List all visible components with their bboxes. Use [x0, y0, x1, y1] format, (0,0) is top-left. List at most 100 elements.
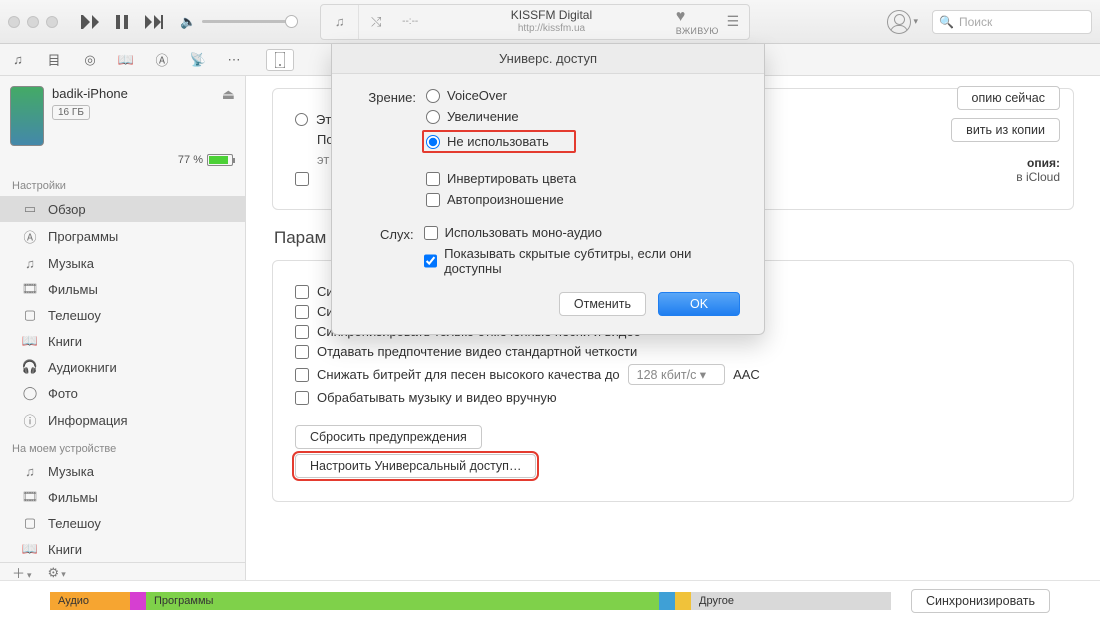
chk-si[interactable]: [295, 285, 309, 299]
sidebar-item-label: Книги: [48, 542, 82, 557]
storage-seg-other: Другое: [691, 592, 891, 610]
sidebar-item-label: Фильмы: [48, 490, 98, 505]
sidebar-item-info[interactable]: ⓘИнформация: [0, 406, 245, 435]
chk-closed-captions[interactable]: Показывать скрытые субтитры, если они до…: [424, 246, 740, 276]
sidebar-device-movies[interactable]: 🎞Фильмы: [0, 484, 245, 510]
playback-controls: [76, 11, 168, 33]
device-button[interactable]: [266, 49, 294, 71]
tab-apps-icon[interactable]: Ⓐ: [152, 50, 172, 69]
audiobook-icon: 🎧: [22, 359, 38, 375]
checkbox-label: Инвертировать цвета: [447, 171, 576, 186]
sidebar-device-music[interactable]: ♫Музыка: [0, 459, 245, 484]
station-url: http://kissfm.ua: [427, 23, 676, 35]
radio-none[interactable]: Не использовать: [422, 130, 576, 153]
cancel-button[interactable]: Отменить: [559, 292, 646, 316]
capacity-badge: 16 ГБ: [52, 105, 90, 120]
tab-radio-icon[interactable]: 📡: [188, 52, 208, 68]
storage-seg-divider: [130, 592, 146, 610]
radio-label: VoiceOver: [447, 88, 507, 103]
sidebar-item-label: Телешоу: [48, 308, 101, 323]
tab-more-icon[interactable]: ⋯: [224, 52, 244, 68]
ok-button[interactable]: OK: [658, 292, 740, 316]
next-track-button[interactable]: [140, 11, 168, 33]
chk-fragment[interactable]: [295, 172, 309, 186]
chk-auto-speak[interactable]: Автопроизношение: [426, 192, 576, 207]
chk-bitrate[interactable]: [295, 368, 309, 382]
sidebar-item-photos[interactable]: ◯ Фото: [0, 380, 245, 406]
vision-label: Зрение:: [356, 88, 426, 105]
user-icon: [887, 10, 911, 34]
bitrate-select[interactable]: 128 кбит/с ▾: [628, 364, 725, 385]
storage-seg-divider: [675, 592, 691, 610]
sidebar-item-apps[interactable]: ⒶПрограммы: [0, 222, 245, 251]
tab-music-icon[interactable]: ♫: [8, 52, 28, 67]
storage-seg-audio: Аудио: [50, 592, 130, 610]
backup-side-peek: опию сейчас вить из копии опия: в iCloud: [951, 86, 1060, 184]
prev-track-button[interactable]: [76, 11, 104, 33]
chk-sync-checked[interactable]: [295, 325, 309, 339]
shuffle-icon[interactable]: ⤭: [359, 14, 393, 30]
eject-button[interactable]: ⏏: [222, 86, 235, 103]
backup-now-button[interactable]: опию сейчас: [957, 86, 1060, 110]
restore-backup-button[interactable]: вить из копии: [951, 118, 1060, 142]
gear-button[interactable]: ⚙▾: [48, 565, 66, 581]
chk-invert-colors[interactable]: Инвертировать цвета: [426, 171, 576, 186]
sidebar-item-audiobooks[interactable]: 🎧 Аудиокниги: [0, 354, 245, 380]
configure-accessibility-button[interactable]: Настроить Универсальный доступ…: [295, 454, 536, 478]
close-window[interactable]: [8, 16, 20, 28]
reset-warnings-button[interactable]: Сбросить предупреждения: [295, 425, 482, 449]
tab-podcasts-icon[interactable]: ◎: [80, 52, 100, 68]
now-playing-lcd: ♫ ⤭ --:-- KISSFM Digital http://kissfm.u…: [320, 4, 750, 40]
hearing-label: Слух:: [356, 225, 424, 242]
sidebar-item-books[interactable]: 📖Книги: [0, 328, 245, 354]
search-input[interactable]: 🔍 Поиск: [932, 10, 1092, 34]
radio-zoom[interactable]: Увеличение: [426, 109, 576, 124]
sidebar-item-overview[interactable]: ▭ Обзор: [0, 196, 245, 222]
chk-sync-wifi[interactable]: [295, 305, 309, 319]
heart-icon[interactable]: ♥: [676, 8, 719, 26]
sidebar-item-label: Фото: [48, 386, 78, 401]
chk-manual[interactable]: [295, 391, 309, 405]
phone-icon: ▭: [22, 201, 38, 217]
codec-label: AAC: [733, 367, 760, 382]
checkbox-label: Обрабатывать музыку и видео вручную: [317, 390, 557, 405]
chk-prefer-sd[interactable]: [295, 345, 309, 359]
device-header: badik-iPhone 16 ГБ ⏏: [0, 76, 245, 154]
volume-slider[interactable]: [202, 20, 292, 23]
battery-icon: [207, 154, 233, 166]
sidebar-device-books[interactable]: 📖 Книги: [0, 536, 245, 562]
minimize-window[interactable]: [27, 16, 39, 28]
chk-mono-audio[interactable]: Использовать моно-аудио: [424, 225, 740, 240]
tab-movies-icon[interactable]: ⽬: [44, 50, 64, 69]
radio-this-computer[interactable]: [295, 113, 308, 126]
info-icon: ⓘ: [22, 411, 38, 430]
music-note-icon: ♫: [321, 5, 359, 39]
up-next-icon[interactable]: ☰: [727, 13, 740, 30]
battery-row: 77 %: [0, 154, 245, 172]
film-icon: 🎞: [22, 281, 38, 297]
device-name: badik-iPhone: [52, 86, 214, 101]
sidebar-item-music[interactable]: ♫Музыка: [0, 251, 245, 276]
sidebar-device-tvshows[interactable]: ▢Телешоу: [0, 510, 245, 536]
pause-button[interactable]: [108, 11, 136, 33]
zoom-window[interactable]: [46, 16, 58, 28]
radio-voiceover[interactable]: VoiceOver: [426, 88, 576, 103]
book-icon: 📖: [22, 333, 38, 349]
music-icon: ♫: [22, 464, 38, 479]
window-controls: [8, 16, 58, 28]
checkbox-label: Показывать скрытые субтитры, если они до…: [444, 246, 740, 276]
tv-icon: ▢: [22, 515, 38, 531]
sidebar: badik-iPhone 16 ГБ ⏏ 77 % Настройки ▭Обз…: [0, 76, 246, 580]
sync-button[interactable]: Синхронизировать: [911, 589, 1050, 613]
sidebar-item-label: Обзор: [48, 202, 86, 217]
chevron-down-icon: ▾: [913, 16, 918, 27]
tab-books-icon[interactable]: 📖: [116, 52, 136, 68]
book-icon: 📖: [22, 541, 38, 557]
account-menu[interactable]: ▾: [887, 10, 918, 34]
volume-control[interactable]: 🔈: [180, 14, 292, 30]
sheet-title: Универс. доступ: [332, 44, 764, 74]
sidebar-item-label: Аудиокниги: [48, 360, 117, 375]
sidebar-item-tvshows[interactable]: ▢Телешоу: [0, 302, 245, 328]
sidebar-item-movies[interactable]: 🎞Фильмы: [0, 276, 245, 302]
photo-icon: ◯: [22, 385, 38, 401]
